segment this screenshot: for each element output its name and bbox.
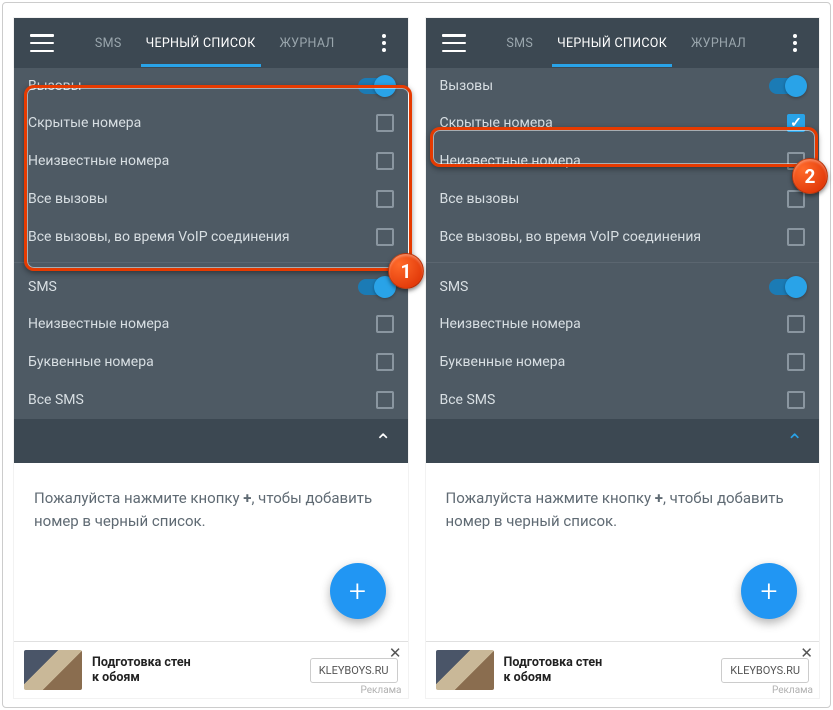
sms-section: SMS [426, 269, 820, 305]
step-badge-2: 2 [792, 158, 828, 194]
app-bar: SMS ЧЕРНЫЙ СПИСОК ЖУРНАЛ [426, 18, 820, 68]
tab-sms[interactable]: SMS [90, 20, 127, 67]
calls-label: Вызовы [440, 78, 494, 94]
ad-thumb [24, 650, 82, 690]
ad-link[interactable]: KLEYBOYS.RU [310, 658, 398, 683]
close-icon[interactable]: ✕ [389, 644, 402, 662]
tab-log[interactable]: ЖУРНАЛ [275, 20, 340, 67]
row-voip[interactable]: Все вызовы, во время VoIP соединения [14, 218, 408, 256]
row-alpha[interactable]: Буквенные номера [14, 343, 408, 381]
ad-thumb [436, 650, 494, 690]
checkbox[interactable] [376, 353, 394, 371]
chevron-up-icon: ⌃ [786, 429, 803, 453]
checkbox[interactable] [787, 353, 805, 371]
checkbox[interactable] [376, 391, 394, 409]
calls-section: Вызовы [14, 68, 408, 104]
sms-section: SMS [14, 269, 408, 305]
checkbox[interactable] [376, 114, 394, 132]
row-all-sms[interactable]: Все SMS [426, 381, 820, 419]
ad-link[interactable]: KLEYBOYS.RU [721, 658, 809, 683]
screen-right: SMS ЧЕРНЫЙ СПИСОК ЖУРНАЛ Вызовы Скрытые … [426, 18, 820, 698]
screen-left: SMS ЧЕРНЫЙ СПИСОК ЖУРНАЛ Вызовы Скрытые … [14, 18, 408, 698]
ad-banner[interactable]: Подготовка стенк обоям KLEYBOYS.RU ✕ Рек… [426, 641, 820, 698]
checkbox[interactable] [376, 315, 394, 333]
checkbox[interactable] [787, 391, 805, 409]
menu-icon[interactable] [30, 34, 54, 52]
app-bar: SMS ЧЕРНЫЙ СПИСОК ЖУРНАЛ [14, 18, 408, 68]
tab-blacklist[interactable]: ЧЕРНЫЙ СПИСОК [552, 20, 672, 67]
tab-sms[interactable]: SMS [501, 20, 538, 67]
close-icon[interactable]: ✕ [800, 644, 813, 662]
menu-icon[interactable] [442, 34, 466, 52]
add-fab[interactable]: + [330, 563, 386, 619]
overflow-icon[interactable] [372, 34, 396, 52]
step-badge-1: 1 [388, 253, 424, 289]
overflow-icon[interactable] [783, 34, 807, 52]
sms-label: SMS [28, 279, 57, 295]
ad-banner[interactable]: Подготовка стенк обоям KLEYBOYS.RU ✕ Рек… [14, 641, 408, 698]
checkbox[interactable] [787, 228, 805, 246]
chevron-up-icon: ⌃ [375, 429, 392, 453]
calls-toggle[interactable] [358, 78, 394, 94]
sms-label: SMS [440, 279, 469, 295]
tab-blacklist[interactable]: ЧЕРНЫЙ СПИСОК [141, 20, 261, 67]
row-hidden[interactable]: Скрытые номера✓ [426, 104, 820, 142]
calls-section: Вызовы [426, 68, 820, 104]
sms-toggle[interactable] [358, 279, 394, 295]
row-all-calls[interactable]: Все вызовы [14, 180, 408, 218]
tab-log[interactable]: ЖУРНАЛ [686, 20, 751, 67]
hint-area: Пожалуйста нажмите кнопку +, чтобы добав… [14, 463, 408, 641]
calls-label: Вызовы [28, 78, 82, 94]
checkbox[interactable] [376, 228, 394, 246]
calls-toggle[interactable] [769, 78, 805, 94]
row-unknown[interactable]: Неизвестные номера [14, 142, 408, 180]
row-unknown-sms[interactable]: Неизвестные номера [14, 305, 408, 343]
row-voip[interactable]: Все вызовы, во время VoIP соединения [426, 218, 820, 256]
row-hidden[interactable]: Скрытые номера [14, 104, 408, 142]
checkbox[interactable] [376, 190, 394, 208]
checkbox[interactable] [376, 152, 394, 170]
row-unknown[interactable]: Неизвестные номера [426, 142, 820, 180]
row-all-sms[interactable]: Все SMS [14, 381, 408, 419]
row-all-calls[interactable]: Все вызовы [426, 180, 820, 218]
checkbox[interactable]: ✓ [787, 114, 805, 132]
collapse-bar[interactable]: ⌃ [14, 419, 408, 463]
hint-area: Пожалуйста нажмите кнопку +, чтобы добав… [426, 463, 820, 641]
row-unknown-sms[interactable]: Неизвестные номера [426, 305, 820, 343]
checkbox[interactable] [787, 315, 805, 333]
row-alpha[interactable]: Буквенные номера [426, 343, 820, 381]
add-fab[interactable]: + [741, 563, 797, 619]
collapse-bar[interactable]: ⌃ [426, 419, 820, 463]
sms-toggle[interactable] [769, 279, 805, 295]
